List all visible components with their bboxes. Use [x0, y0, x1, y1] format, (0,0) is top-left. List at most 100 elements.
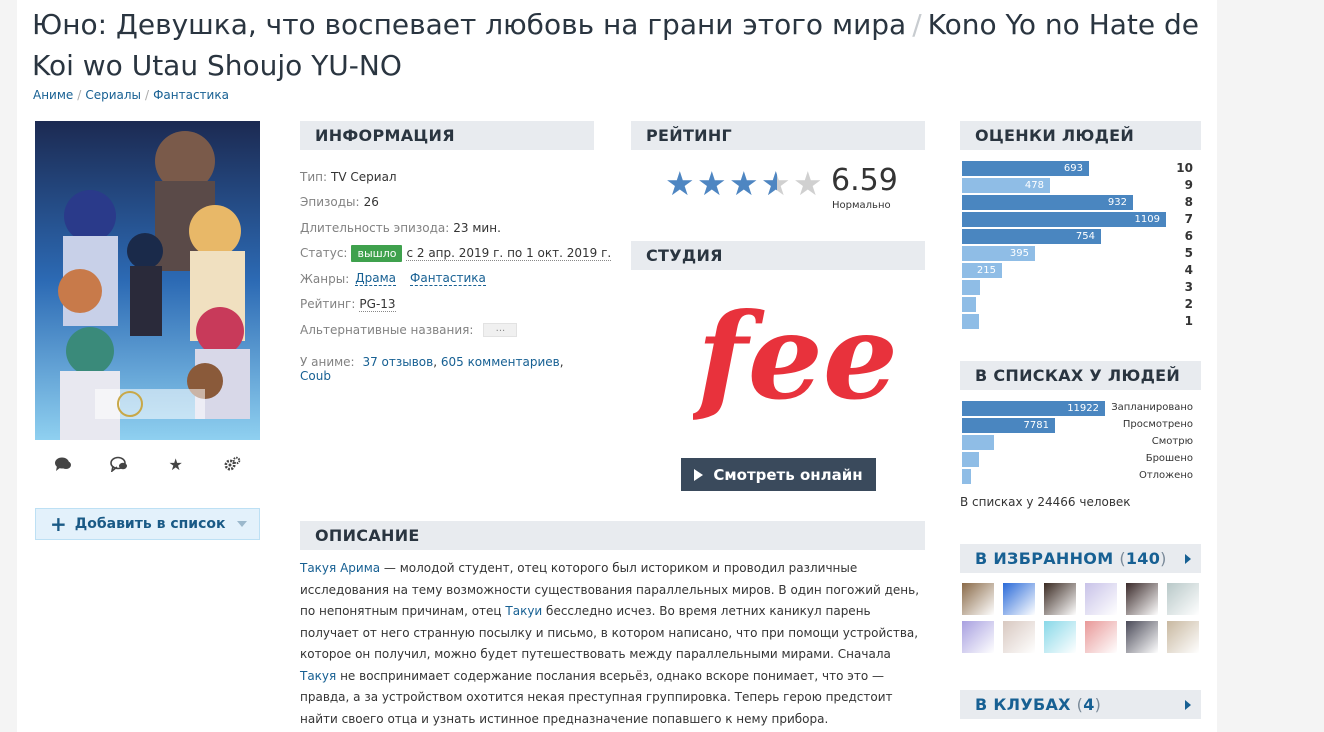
lists-total-count: 24466 [1037, 495, 1076, 509]
score-bar-label: 7 [1184, 212, 1193, 226]
character-link[interactable]: Такуя [300, 669, 336, 683]
clubs-heading[interactable]: В КЛУБАХ (4) [960, 690, 1201, 719]
score-bar [962, 314, 979, 329]
info-episodes-value: 26 [363, 195, 379, 210]
reviews-link[interactable]: 37 отзывов [362, 355, 433, 369]
star-icon: ★ [761, 167, 793, 200]
score-bar-row: 3 [960, 279, 1201, 296]
user-avatar[interactable] [1167, 621, 1199, 653]
user-avatar[interactable] [1003, 621, 1035, 653]
score-bar-row: 1 [960, 313, 1201, 330]
play-icon [694, 468, 704, 481]
people-lists-section: В СПИСКАХ У ЛЮДЕЙ 11922 Запланировано 7781… [960, 361, 1201, 509]
character-link[interactable]: Такуи [505, 604, 542, 618]
list-bar [962, 469, 971, 484]
alt-names-expand-button[interactable]: ... [483, 322, 518, 337]
score-bar: 932 [962, 195, 1133, 210]
favourites-heading[interactable]: В ИЗБРАННОМ (140) [960, 544, 1201, 573]
people-scores-section: ОЦЕНКИ ЛЮДЕЙ 693 10 478 9 932 8 1109 7 754 6 395 5 2… [960, 121, 1201, 330]
reviews-icon[interactable] [107, 452, 131, 476]
score-bar-row: 693 10 [960, 160, 1201, 177]
description-heading: ОПИСАНИЕ [300, 521, 925, 550]
user-avatar[interactable] [962, 583, 994, 615]
comma: , [559, 354, 564, 369]
list-bar-label: Запланировано [1111, 402, 1193, 413]
clubs-heading-label: В КЛУБАХ [975, 695, 1071, 714]
title-separator: / [912, 8, 922, 41]
studio-logo[interactable]: feel [690, 278, 943, 433]
lists-total-prefix: В списках у [960, 495, 1034, 509]
score-bar: 478 [962, 178, 1050, 193]
star-icon: ★ [665, 164, 695, 203]
score-bar: 395 [962, 246, 1035, 261]
chevron-down-icon[interactable] [237, 521, 247, 527]
comments-link[interactable]: 605 комментариев [441, 355, 560, 369]
star-icon: ★ [793, 164, 823, 203]
score-bar-row: 932 8 [960, 194, 1201, 211]
page-title: Юно: Девушка, что воспевает любовь на гр… [32, 4, 1202, 86]
clubs-count: (4) [1076, 695, 1102, 714]
score-bar [962, 297, 976, 312]
breadcrumb-anime[interactable]: Аниме [33, 88, 73, 102]
info-type-value: TV Сериал [331, 169, 397, 184]
info-key: Рейтинг: [300, 297, 356, 312]
list-bar-row: 7781 Просмотрено [960, 417, 1201, 434]
favourites-section: В ИЗБРАННОМ (140) [960, 544, 1201, 653]
score-bar: 1109 [962, 212, 1166, 227]
user-avatar[interactable] [1085, 583, 1117, 615]
rating-heading: РЕЙТИНГ [631, 121, 925, 150]
user-avatar[interactable] [962, 621, 994, 653]
info-key: Альтернативные названия: [300, 322, 474, 337]
studio-section: СТУДИЯ [631, 241, 925, 270]
list-bar-label: Брошено [1145, 453, 1193, 464]
add-to-list-button[interactable]: + Добавить в список [35, 508, 260, 540]
star-icon: ★ [729, 164, 759, 203]
page-content: Юно: Девушка, что воспевает любовь на гр… [17, 0, 1217, 732]
comments-icon[interactable] [51, 452, 75, 476]
favourites-heading-label: В ИЗБРАННОМ [975, 549, 1114, 568]
info-key: Статус: [300, 246, 348, 261]
anime-poster[interactable] [35, 121, 260, 440]
list-bar: 11922 [962, 401, 1105, 416]
score-bar-label: 5 [1184, 246, 1193, 260]
list-bar [962, 435, 994, 450]
breadcrumb-scifi[interactable]: Фантастика [153, 88, 229, 102]
coub-link[interactable]: Coub [300, 369, 331, 383]
user-avatar[interactable] [1126, 583, 1158, 615]
user-avatar[interactable] [1167, 583, 1199, 615]
people-scores-heading: ОЦЕНКИ ЛЮДЕЙ [960, 121, 1201, 150]
genre-link-drama[interactable]: Драма [355, 271, 397, 287]
info-rating-row: Рейтинг: PG-13 [300, 292, 594, 318]
star-icon: ★ [697, 164, 727, 203]
score-bar-row: 395 5 [960, 245, 1201, 262]
settings-gears-icon[interactable] [220, 452, 244, 476]
score-bar: 754 [962, 229, 1101, 244]
user-avatar[interactable] [1044, 583, 1076, 615]
favourite-star-icon[interactable]: ★ [164, 452, 188, 476]
description-text: Такуя Арима — молодой студент, отец кото… [300, 558, 925, 730]
info-age-rating-value[interactable]: PG-13 [359, 297, 396, 312]
user-avatar[interactable] [1003, 583, 1035, 615]
user-avatar[interactable] [1044, 621, 1076, 653]
user-avatar[interactable] [1126, 621, 1158, 653]
character-link[interactable]: Такуя Арима [300, 561, 380, 575]
user-avatar[interactable] [1085, 621, 1117, 653]
info-duration-value: 23 мин. [453, 220, 501, 235]
breadcrumb-series[interactable]: Сериалы [85, 88, 141, 102]
breadcrumb-separator: / [145, 88, 150, 102]
score-bar-label: 1 [1184, 314, 1193, 328]
score-bar-label: 4 [1184, 263, 1193, 277]
poster-artwork [35, 121, 260, 440]
rating-section: РЕЙТИНГ [631, 121, 925, 150]
score-bars: 693 10 478 9 932 8 1109 7 754 6 395 5 215 4 3 2 1 [960, 160, 1201, 330]
info-status-row: Статус: вышло с 2 апр. 2019 г. по 1 окт.… [300, 241, 612, 267]
info-status-dates[interactable]: с 2 апр. 2019 г. по 1 окт. 2019 г. [406, 246, 612, 261]
status-badge: вышло [351, 244, 403, 262]
info-genres-row: Жанры: Драма Фантастика [300, 266, 594, 292]
watch-online-button[interactable]: Смотреть онлайн [681, 458, 876, 491]
add-to-list-label: Добавить в список [74, 516, 226, 532]
info-key: Эпизоды: [300, 195, 360, 210]
chevron-right-icon [1185, 554, 1191, 564]
list-bar-row: 11922 Запланировано [960, 400, 1201, 417]
genre-link-scifi[interactable]: Фантастика [410, 271, 486, 287]
